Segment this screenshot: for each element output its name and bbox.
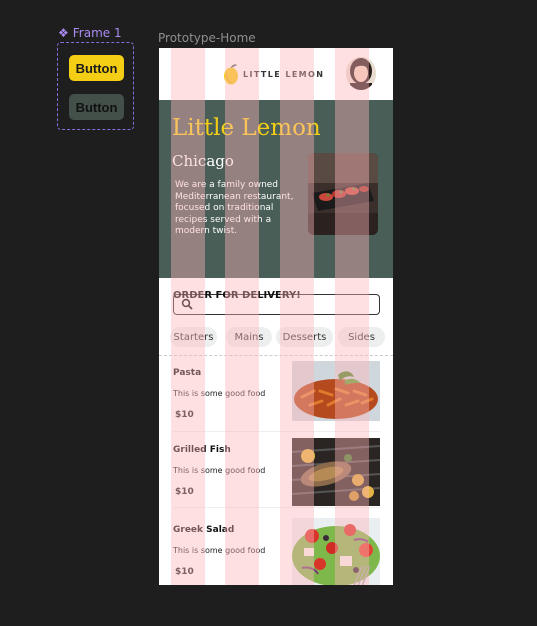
chip-desserts[interactable]: Desserts xyxy=(276,327,333,347)
primary-button-variant[interactable]: Button xyxy=(69,55,124,81)
menu-item-image xyxy=(292,438,380,506)
bruschetta-image-icon xyxy=(308,153,378,235)
component-frame[interactable]: Button Button xyxy=(57,42,134,130)
menu-item-name: Greek Salad xyxy=(173,525,235,535)
menu-item-image xyxy=(292,518,380,585)
component-diamond-icon: ❖ xyxy=(58,26,69,40)
logo[interactable]: LITTLE LEMON xyxy=(223,63,324,85)
menu-item-description: This is some good food xyxy=(173,546,266,555)
hero-title: Little Lemon xyxy=(172,115,321,141)
chip-sides[interactable]: Sides xyxy=(338,327,385,347)
chip-starters[interactable]: Starters xyxy=(170,327,217,347)
logo-text: LITTLE LEMON xyxy=(243,69,325,79)
pasta-image-icon xyxy=(292,361,380,421)
frame-name: Frame 1 xyxy=(72,26,122,40)
hero-section: Little Lemon Chicago We are a family own… xyxy=(159,100,393,315)
lemon-icon xyxy=(224,64,238,85)
chip-mains[interactable]: Mains xyxy=(226,327,272,347)
menu-item[interactable]: Pasta This is some good food $10 xyxy=(159,358,393,434)
menu-item-description: This is some good food xyxy=(173,389,266,398)
menu-item-name: Pasta xyxy=(173,368,202,378)
menu-item-price: $10 xyxy=(175,410,194,420)
secondary-button-variant[interactable]: Button xyxy=(69,94,124,120)
item-separator xyxy=(173,431,380,432)
item-separator xyxy=(173,507,380,508)
hero-city: Chicago xyxy=(172,152,234,170)
menu-item-image xyxy=(292,361,380,429)
prototype-home-frame[interactable]: LITTLE LEMON Little Lemon Chicago We are… xyxy=(159,48,393,585)
menu-item[interactable]: Grilled Fish This is some good food $10 xyxy=(159,435,393,511)
menu-item[interactable]: Greek Salad This is some good food $10 xyxy=(159,515,393,585)
menu-item-price: $10 xyxy=(175,567,194,577)
avatar-portrait-icon xyxy=(346,57,376,90)
menu-item-name: Grilled Fish xyxy=(173,445,231,455)
menu-item-description: This is some good food xyxy=(173,466,266,475)
grilled-fish-image-icon xyxy=(292,438,380,506)
prototype-frame-label[interactable]: Prototype-Home xyxy=(158,31,256,45)
avatar[interactable] xyxy=(346,57,376,90)
greek-salad-image-icon xyxy=(292,518,380,585)
order-heading: ORDER FOR DELIVERY! xyxy=(173,290,301,301)
menu-item-price: $10 xyxy=(175,487,194,497)
section-divider xyxy=(159,355,393,356)
hero-image xyxy=(308,153,378,235)
hero-description: We are a family owned Mediterranean rest… xyxy=(175,180,294,236)
top-nav: LITTLE LEMON xyxy=(159,48,393,100)
component-frame-label[interactable]: ❖ Frame 1 xyxy=(58,26,122,40)
